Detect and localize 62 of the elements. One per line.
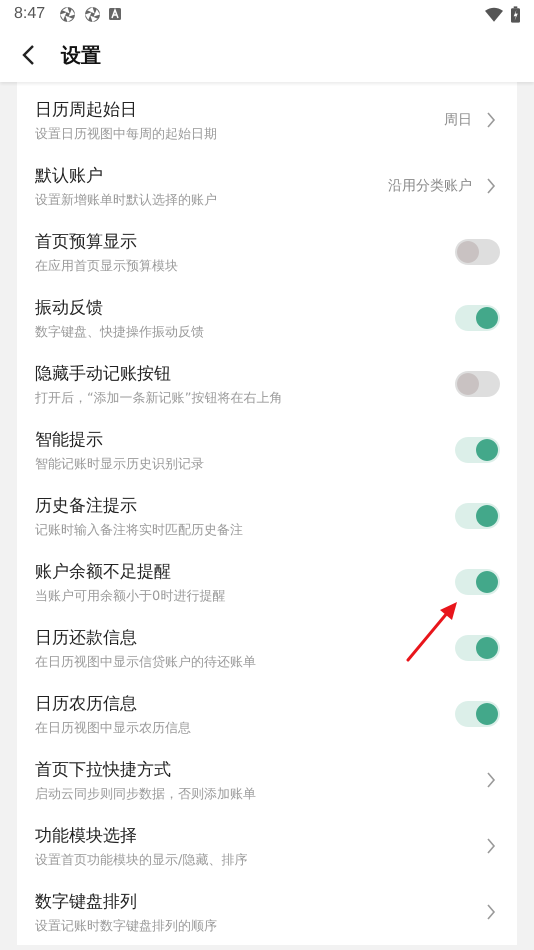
settings-row[interactable]: 首页预算显示 在应用首页显示预算模块 [17, 219, 517, 285]
aperture-icon [84, 6, 102, 22]
chevron-right-icon [486, 771, 496, 789]
setting-title: 首页下拉快捷方式 [35, 758, 171, 780]
setting-title: 日历周起始日 [35, 98, 137, 120]
setting-title: 历史备注提示 [35, 494, 137, 516]
settings-row[interactable]: 账户余额不足提醒 当账户可用余额小于0时进行提醒 [17, 549, 517, 615]
setting-description: 打开后，“添加一条新记账”按钮将在右上角 [35, 390, 282, 406]
toggle-switch[interactable] [455, 503, 500, 529]
setting-title: 功能模块选择 [35, 824, 137, 846]
settings-row[interactable]: 功能模块选择 设置首页功能模块的显示/隐藏、排序 [17, 813, 517, 879]
status-time: 8:47 [14, 5, 46, 23]
settings-row[interactable]: 默认账户 设置新增账单时默认选择的账户 沿用分类账户 [17, 153, 517, 219]
toggle-switch[interactable] [455, 635, 500, 661]
settings-row[interactable]: 历史备注提示 记账时输入备注将实时匹配历史备注 [17, 483, 517, 549]
keyboard-a-icon [109, 8, 122, 20]
setting-description: 设置首页功能模块的显示/隐藏、排序 [35, 852, 248, 868]
setting-description: 记账时输入备注将实时匹配历史备注 [35, 522, 243, 538]
chevron-right-icon [486, 903, 496, 921]
toggle-switch[interactable] [455, 305, 500, 331]
setting-description: 数字键盘、快捷操作振动反馈 [35, 324, 204, 340]
setting-title: 智能提示 [35, 428, 103, 450]
setting-title: 账户余额不足提醒 [35, 560, 171, 582]
setting-description: 设置日历视图中每周的起始日期 [35, 126, 217, 142]
setting-title: 隐藏手动记账按钮 [35, 362, 171, 384]
setting-title: 日历还款信息 [35, 626, 137, 648]
back-icon[interactable] [21, 44, 35, 66]
setting-description: 在日历视图中显示农历信息 [35, 720, 191, 736]
setting-description: 启动云同步则同步数据，否则添加账单 [35, 786, 256, 802]
settings-row[interactable]: 隐藏手动记账按钮 打开后，“添加一条新记账”按钮将在右上角 [17, 351, 517, 417]
settings-row[interactable]: 振动反馈 数字键盘、快捷操作振动反馈 [17, 285, 517, 351]
setting-title: 数字键盘排列 [35, 890, 137, 912]
setting-value: 周日 [444, 111, 472, 129]
wifi-icon [485, 6, 503, 22]
setting-value: 沿用分类账户 [388, 177, 472, 195]
toggle-switch[interactable] [455, 239, 500, 265]
settings-row[interactable]: 日历周起始日 设置日历视图中每周的起始日期 周日 [17, 87, 517, 153]
setting-title: 振动反馈 [35, 296, 103, 318]
toggle-switch[interactable] [455, 437, 500, 463]
chevron-right-icon [486, 177, 496, 195]
toggle-switch[interactable] [455, 569, 500, 595]
setting-description: 设置记账时数字键盘排列的顺序 [35, 918, 217, 934]
settings-row[interactable]: 首页下拉快捷方式 启动云同步则同步数据，否则添加账单 [17, 747, 517, 813]
toggle-switch[interactable] [455, 701, 500, 727]
setting-description: 在应用首页显示预算模块 [35, 258, 178, 274]
setting-title: 首页预算显示 [35, 230, 137, 252]
setting-description: 在日历视图中显示信贷账户的待还账单 [35, 654, 256, 670]
setting-title: 日历农历信息 [35, 692, 137, 714]
aperture-icon [59, 6, 76, 22]
chevron-right-icon [486, 837, 496, 855]
setting-description: 智能记账时显示历史识别记录 [35, 456, 204, 472]
chevron-right-icon [486, 111, 496, 129]
setting-description: 设置新增账单时默认选择的账户 [35, 192, 217, 208]
battery-icon [511, 6, 520, 22]
settings-row[interactable]: 智能提示 智能记账时显示历史识别记录 [17, 417, 517, 483]
settings-row[interactable]: 日历还款信息 在日历视图中显示信贷账户的待还账单 [17, 615, 517, 681]
settings-row[interactable]: 日历农历信息 在日历视图中显示农历信息 [17, 681, 517, 747]
setting-description: 当账户可用余额小于0时进行提醒 [35, 588, 226, 604]
settings-row[interactable]: 数字键盘排列 设置记账时数字键盘排列的顺序 [17, 879, 517, 945]
setting-title: 默认账户 [35, 164, 103, 186]
toggle-switch[interactable] [455, 371, 500, 397]
page-title: 设置 [61, 42, 101, 68]
